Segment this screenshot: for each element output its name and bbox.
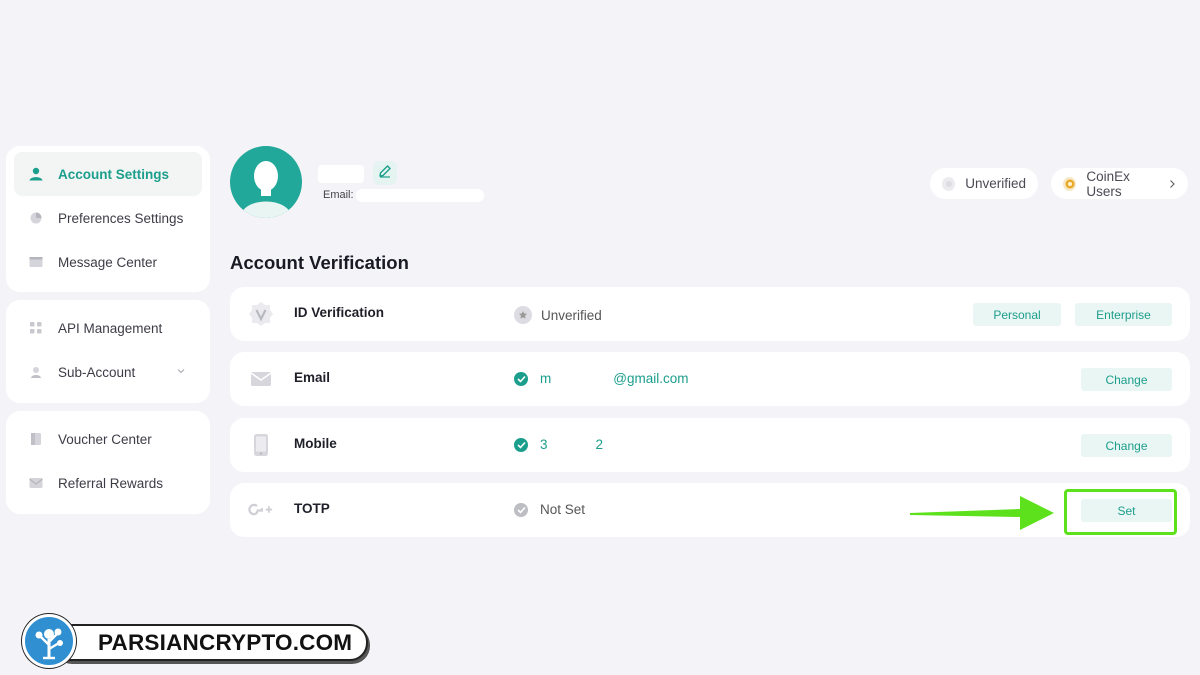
row-label: TOTP (294, 501, 330, 516)
chevron-right-icon (1169, 179, 1176, 189)
sidebar-group-account: Account Settings Preferences Settings Me… (6, 146, 210, 292)
sidebar-item-label: Account Settings (58, 166, 170, 182)
watermark-text: PARSIANCRYPTO.COM (52, 624, 368, 661)
user-tier-badge[interactable]: CoinEx Users (1051, 168, 1188, 199)
sidebar-item-api-management[interactable]: API Management (14, 306, 202, 350)
row-status: Not Set (514, 502, 585, 517)
sub-account-icon (28, 365, 44, 379)
sidebar-item-sub-account[interactable]: Sub-Account (14, 350, 202, 394)
change-mobile-button[interactable]: Change (1081, 434, 1172, 457)
sidebar-group-api: API Management Sub-Account (6, 300, 210, 403)
email-value-prefix: m (540, 371, 552, 386)
unverified-shield-icon (514, 306, 532, 324)
sidebar-item-account-settings[interactable]: Account Settings (14, 152, 202, 196)
check-circle-icon (514, 371, 528, 386)
mobile-row: Mobile 3 2 Change (230, 418, 1190, 472)
email-value-domain: @gmail.com (613, 371, 689, 386)
sidebar-item-label: Message Center (58, 254, 158, 270)
check-circle-icon (514, 437, 528, 452)
referral-icon (28, 476, 44, 490)
sidebar-item-label: Referral Rewards (58, 475, 164, 491)
verification-status-label: Unverified (965, 176, 1026, 191)
check-circle-grey-icon (514, 502, 528, 517)
arrow-annotation-icon (910, 496, 1054, 530)
sidebar-item-message-center[interactable]: Message Center (14, 240, 202, 284)
user-tier-label: CoinEx Users (1086, 168, 1130, 199)
sidebar-item-preferences-settings[interactable]: Preferences Settings (14, 196, 202, 240)
sidebar-item-label: API Management (58, 320, 163, 336)
user-icon (28, 167, 44, 181)
tree-logo-icon (22, 614, 76, 668)
voucher-icon (28, 432, 44, 446)
pencil-icon (378, 164, 392, 183)
sidebar-group-rewards: Voucher Center Referral Rewards (6, 411, 210, 514)
google-authenticator-icon (248, 497, 274, 523)
id-verification-row: ID Verification Unverified Personal Ente… (230, 287, 1190, 341)
tier-icon (1063, 176, 1077, 191)
phone-icon (248, 432, 274, 458)
avatar[interactable] (230, 146, 302, 218)
enterprise-verification-button[interactable]: Enterprise (1075, 303, 1172, 326)
row-label: Mobile (294, 436, 337, 451)
change-email-button[interactable]: Change (1081, 368, 1172, 391)
row-status-text: Unverified (541, 307, 602, 323)
username-field (318, 165, 364, 183)
email-row: Email m @gmail.com Change (230, 352, 1190, 406)
envelope-icon (248, 366, 274, 392)
email-value (356, 189, 484, 202)
sidebar-item-referral-rewards[interactable]: Referral Rewards (14, 461, 202, 505)
mobile-value-suffix: 2 (595, 437, 604, 452)
chevron-down-icon[interactable] (176, 364, 186, 379)
row-status-text: Not Set (540, 502, 586, 517)
api-icon (28, 321, 44, 335)
sidebar-item-label: Voucher Center (58, 431, 152, 447)
verification-status-badge[interactable]: Unverified (930, 168, 1038, 199)
row-status: m @gmail.com (514, 371, 688, 386)
row-status: Unverified (514, 306, 602, 324)
sidebar-item-label: Preferences Settings (58, 210, 184, 226)
sidebar-item-label: Sub-Account (58, 364, 136, 380)
id-verification-icon (248, 301, 274, 327)
edit-name-button[interactable] (373, 161, 397, 185)
row-status: 3 2 (514, 437, 603, 452)
preferences-icon (28, 211, 44, 225)
sidebar-item-voucher-center[interactable]: Voucher Center (14, 417, 202, 461)
message-icon (28, 255, 44, 269)
highlight-box (1064, 489, 1177, 535)
email-label: Email: (323, 189, 354, 201)
mobile-value-prefix: 3 (540, 437, 548, 452)
personal-verification-button[interactable]: Personal (973, 303, 1061, 326)
row-label: Email (294, 370, 331, 385)
section-title: Account Verification (230, 252, 409, 273)
row-label: ID Verification (294, 305, 385, 320)
unverified-icon (942, 176, 956, 191)
